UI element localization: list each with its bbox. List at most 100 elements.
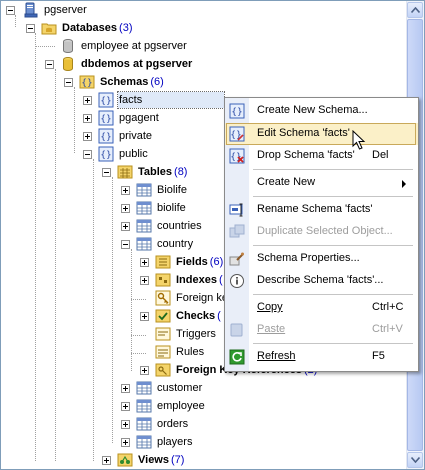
key-icon: [155, 290, 171, 306]
menu-edit-schema[interactable]: {} Edit Schema 'facts': [225, 123, 418, 145]
expand-toggle[interactable]: [121, 402, 130, 411]
table-icon: [136, 399, 152, 413]
paste-icon: [230, 323, 243, 337]
tree-node-schemas[interactable]: {} Schemas (6): [79, 73, 165, 91]
tree-node-table-orders[interactable]: orders: [136, 415, 189, 433]
tree-node-table-players[interactable]: players: [136, 433, 193, 451]
properties-icon: [229, 252, 244, 266]
expand-toggle[interactable]: [102, 456, 111, 465]
scroll-up-button[interactable]: [407, 2, 423, 18]
indexes-folder-icon: [155, 273, 171, 287]
menu-copy[interactable]: Copy Ctrl+C: [225, 297, 418, 319]
collapse-toggle[interactable]: [64, 78, 73, 87]
views-folder-icon: [117, 453, 133, 467]
fields-folder-icon: [155, 255, 171, 269]
drop-schema-icon: {}: [229, 148, 245, 164]
tree-node-label: employee at pgserver: [81, 40, 187, 52]
tree-node-label: employee: [157, 400, 205, 412]
tree-node-dbdemos[interactable]: dbdemos at pgserver: [60, 55, 193, 73]
collapse-toggle[interactable]: [45, 60, 54, 69]
tree-node-table-biolife-upper[interactable]: Biolife: [136, 181, 188, 199]
duplicate-icon: [229, 224, 245, 238]
tree-node-triggers[interactable]: Triggers: [155, 325, 217, 343]
tree-node-label: pgagent: [119, 112, 159, 124]
tree-node-server[interactable]: pgserver: [23, 1, 88, 19]
table-icon: [136, 417, 152, 431]
svg-text:{}: {}: [81, 79, 92, 89]
svg-text:{}: {}: [100, 97, 111, 107]
node-count: (6): [209, 256, 224, 268]
menu-properties[interactable]: Schema Properties...: [225, 248, 418, 270]
table-icon: [136, 183, 152, 197]
menu-describe[interactable]: Describe Schema 'facts'...: [225, 270, 418, 292]
svg-text:{}: {}: [230, 131, 241, 141]
collapse-toggle[interactable]: [102, 168, 111, 177]
tree-node-label: Triggers: [176, 328, 216, 340]
tree-node-schema-private[interactable]: {} private: [98, 127, 153, 145]
tree-node-tables[interactable]: Tables (8): [117, 163, 188, 181]
svg-text:{}: {}: [100, 115, 111, 125]
tree-node-checks[interactable]: Checks (: [155, 307, 222, 325]
tree-node-views[interactable]: Views (7): [117, 451, 185, 469]
tree-node-table-country[interactable]: country: [136, 235, 194, 253]
menu-rename-schema[interactable]: Rename Schema 'facts': [225, 199, 418, 221]
arrow-up-icon: [411, 7, 420, 13]
tree-node-databases[interactable]: Databases (3): [41, 19, 134, 37]
expand-toggle[interactable]: [140, 366, 149, 375]
tree-node-label: Tables: [138, 166, 173, 178]
info-icon: [230, 274, 244, 288]
menu-create-new[interactable]: Create New: [225, 172, 418, 194]
tree-node-fields[interactable]: Fields (6): [155, 253, 224, 271]
expand-toggle[interactable]: [121, 384, 130, 393]
scroll-down-button[interactable]: [407, 452, 423, 468]
table-icon: [136, 201, 152, 215]
tree-node-schema-pgagent[interactable]: {} pgagent: [98, 109, 160, 127]
expand-toggle[interactable]: [83, 132, 92, 141]
tree-node-schema-public[interactable]: {} public: [98, 145, 149, 163]
svg-text:{}: {}: [100, 151, 111, 161]
tree-node-schema-facts[interactable]: {} facts: [98, 91, 225, 109]
tree-node-label: Schemas: [100, 76, 149, 88]
menu-refresh[interactable]: Refresh F5: [225, 346, 418, 368]
tree-node-indexes[interactable]: Indexes (: [155, 271, 224, 289]
tree-node-table-biolife[interactable]: biolife: [136, 199, 187, 217]
table-icon: [136, 237, 152, 251]
menu-create-new-schema[interactable]: {} Create New Schema...: [225, 100, 418, 122]
tree-node-table-customer[interactable]: customer: [136, 379, 203, 397]
tree-node-table-countries[interactable]: countries: [136, 217, 203, 235]
collapse-toggle[interactable]: [6, 6, 15, 15]
expand-toggle[interactable]: [140, 276, 149, 285]
expand-toggle[interactable]: [121, 186, 130, 195]
tree-node-label: private: [119, 130, 153, 142]
node-count: (: [217, 310, 221, 322]
tree-node-label: Biolife: [157, 184, 187, 196]
expand-toggle[interactable]: [83, 96, 92, 105]
refresh-icon: [229, 349, 245, 365]
tree-node-label: Views: [138, 454, 169, 466]
collapse-toggle[interactable]: [26, 24, 35, 33]
collapse-toggle[interactable]: [121, 240, 130, 249]
tree-node-rules[interactable]: Rules: [155, 343, 205, 361]
expand-toggle[interactable]: [140, 258, 149, 267]
menu-duplicate[interactable]: Duplicate Selected Object...: [225, 221, 418, 243]
expand-toggle[interactable]: [140, 312, 149, 321]
tree-node-label: facts: [117, 91, 225, 109]
server-icon: [24, 2, 38, 18]
tree-node-label: biolife: [157, 202, 186, 214]
expand-toggle[interactable]: [121, 438, 130, 447]
menu-paste[interactable]: Paste Ctrl+V: [225, 319, 418, 341]
expand-toggle[interactable]: [121, 420, 130, 429]
menu-drop-schema[interactable]: {} Drop Schema 'facts' Del: [225, 145, 418, 167]
foreign-key-references-icon: [155, 363, 171, 377]
expand-toggle[interactable]: [121, 204, 130, 213]
expand-toggle[interactable]: [83, 114, 92, 123]
expand-toggle[interactable]: [121, 222, 130, 231]
tree-node-foreign-keys[interactable]: Foreign ke: [155, 289, 229, 307]
database-icon: [63, 39, 73, 53]
collapse-toggle[interactable]: [83, 150, 92, 159]
tree-node-employee-db[interactable]: employee at pgserver: [60, 37, 188, 55]
tree-node-table-employee[interactable]: employee: [136, 397, 206, 415]
tree-node-label: Rules: [176, 346, 205, 358]
tree-node-label: Databases: [62, 22, 118, 34]
rename-icon: [229, 203, 243, 217]
